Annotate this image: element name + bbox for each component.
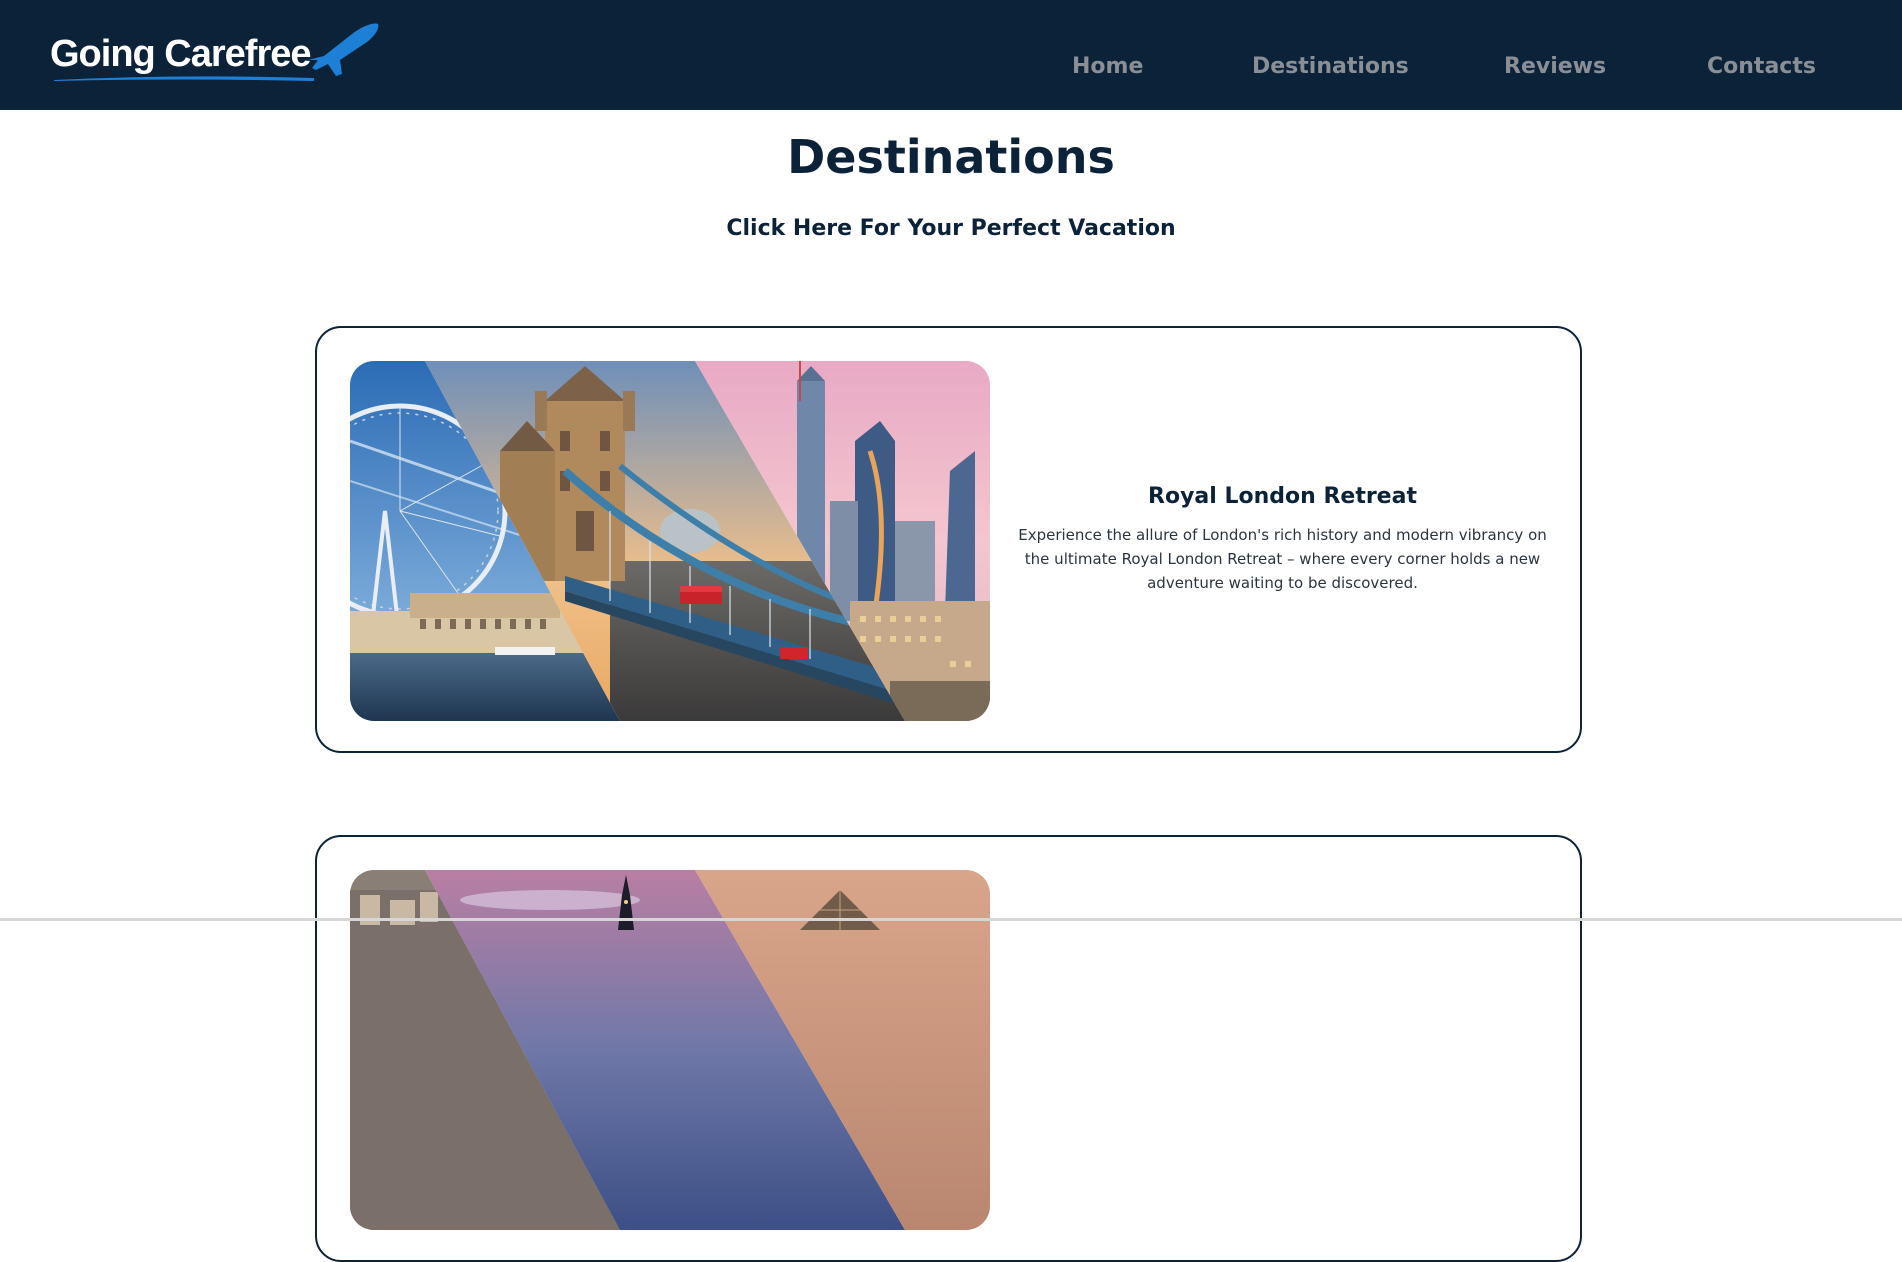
destination-card-london[interactable]: Royal London Retreat Experience the allu…	[315, 326, 1582, 753]
destination-card-paris[interactable]	[315, 835, 1582, 1262]
nav-reviews[interactable]: Reviews	[1504, 54, 1606, 79]
card-content: Royal London Retreat Experience the allu…	[1010, 328, 1555, 751]
card-description: Experience the allure of London's rich h…	[1018, 526, 1547, 592]
brand-name: Going Carefree	[50, 32, 312, 75]
nav-destinations[interactable]: Destinations	[1252, 54, 1409, 79]
site-header: Going Carefree Home Destinations Reviews…	[0, 0, 1902, 110]
london-collage-image	[350, 361, 990, 721]
nav-home[interactable]: Home	[1072, 54, 1143, 79]
logo-swoosh-icon	[54, 76, 314, 81]
page-subtitle: Click Here For Your Perfect Vacation	[726, 216, 1176, 241]
paris-collage-image	[350, 870, 990, 1230]
airplane-icon	[308, 23, 379, 76]
card-content	[1010, 837, 1555, 1260]
brand-logo[interactable]: Going Carefree	[50, 22, 379, 86]
page-title: Destinations	[787, 130, 1115, 184]
card-title: Royal London Retreat	[1148, 484, 1417, 509]
nav-contacts[interactable]: Contacts	[1707, 54, 1816, 79]
